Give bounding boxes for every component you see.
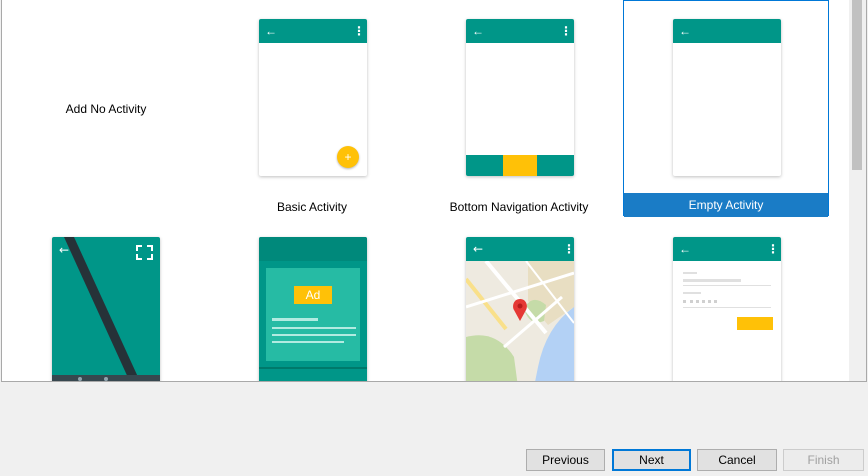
back-arrow-icon: ← bbox=[679, 24, 691, 38]
template-basic-activity[interactable]: ← ⋮ + Basic Activity bbox=[209, 0, 415, 216]
placeholder-line bbox=[272, 334, 356, 336]
password-field-placeholder bbox=[683, 300, 717, 303]
back-arrow-icon: ← bbox=[472, 24, 484, 38]
field-underline bbox=[683, 307, 771, 308]
placeholder-line bbox=[683, 292, 701, 294]
scrollbar-thumb[interactable] bbox=[852, 0, 862, 170]
back-arrow-icon: ← bbox=[265, 24, 277, 38]
template-bottom-navigation-activity[interactable]: ← ⋮ Bottom Navigation Activity bbox=[416, 0, 622, 216]
template-add-no-activity[interactable]: Add No Activity bbox=[3, 0, 209, 216]
template-gallery: Add No Activity ← ⋮ + Basic Activity ← ⋮… bbox=[1, 0, 867, 382]
fab-plus-icon: + bbox=[337, 146, 359, 168]
template-google-maps-activity[interactable]: ← ⋮ bbox=[416, 218, 622, 381]
app-bar: ← ⋮ bbox=[673, 237, 781, 261]
template-preview: ← ⋮ + bbox=[259, 19, 367, 176]
app-bar: ← ⋮ bbox=[259, 19, 367, 43]
bottom-navigation-active-item bbox=[503, 155, 537, 176]
template-preview: ← ⋮ bbox=[673, 237, 781, 381]
template-preview: ← bbox=[673, 19, 781, 176]
template-preview: ← ⋮ bbox=[466, 237, 574, 381]
divider bbox=[259, 367, 367, 369]
template-label: Add No Activity bbox=[65, 102, 147, 116]
cancel-button[interactable]: Cancel bbox=[697, 449, 777, 471]
template-preview: Ad bbox=[259, 237, 367, 381]
app-bar: ← ⋮ bbox=[466, 19, 574, 43]
previous-button[interactable]: Previous bbox=[526, 449, 605, 471]
field-underline bbox=[683, 285, 771, 286]
overflow-menu-icon: ⋮ bbox=[767, 242, 779, 256]
ad-badge: Ad bbox=[294, 286, 332, 304]
next-button[interactable]: Next bbox=[612, 449, 691, 471]
template-admob-ads-activity[interactable]: Ad bbox=[209, 218, 415, 381]
fullscreen-icon bbox=[136, 245, 153, 260]
app-bar: ← bbox=[673, 19, 781, 43]
back-arrow-icon: ← bbox=[473, 242, 483, 256]
template-preview: ← bbox=[52, 237, 160, 381]
template-empty-activity[interactable]: ← Empty Activity bbox=[623, 0, 829, 217]
back-arrow-icon: ← bbox=[59, 243, 69, 257]
template-label: Empty Activity bbox=[624, 193, 828, 217]
vertical-scrollbar[interactable] bbox=[849, 0, 866, 381]
template-login-activity[interactable]: ← ⋮ bbox=[623, 218, 829, 381]
overflow-menu-icon: ⋮ bbox=[560, 24, 572, 38]
app-bar bbox=[259, 237, 367, 261]
finish-button[interactable]: Finish bbox=[783, 449, 864, 471]
template-label: Bottom Navigation Activity bbox=[449, 200, 589, 214]
placeholder-line bbox=[272, 341, 344, 343]
template-preview: ← ⋮ bbox=[466, 19, 574, 176]
fullscreen-preview-graphic: ← bbox=[52, 237, 160, 381]
sign-in-button-placeholder bbox=[737, 317, 773, 330]
overflow-menu-icon: ⋮ bbox=[563, 242, 574, 256]
template-label: Basic Activity bbox=[276, 200, 348, 214]
template-fullscreen-activity[interactable]: ← bbox=[3, 218, 209, 381]
back-arrow-icon: ← bbox=[679, 242, 691, 256]
bottom-navigation-bar bbox=[466, 155, 574, 176]
map-preview-graphic: ← ⋮ bbox=[466, 237, 574, 381]
overflow-menu-icon: ⋮ bbox=[353, 24, 365, 38]
ad-card: Ad bbox=[266, 268, 360, 361]
email-field-placeholder bbox=[683, 279, 741, 282]
placeholder-line bbox=[683, 272, 697, 274]
placeholder-line bbox=[272, 318, 318, 321]
placeholder-line bbox=[272, 327, 356, 329]
